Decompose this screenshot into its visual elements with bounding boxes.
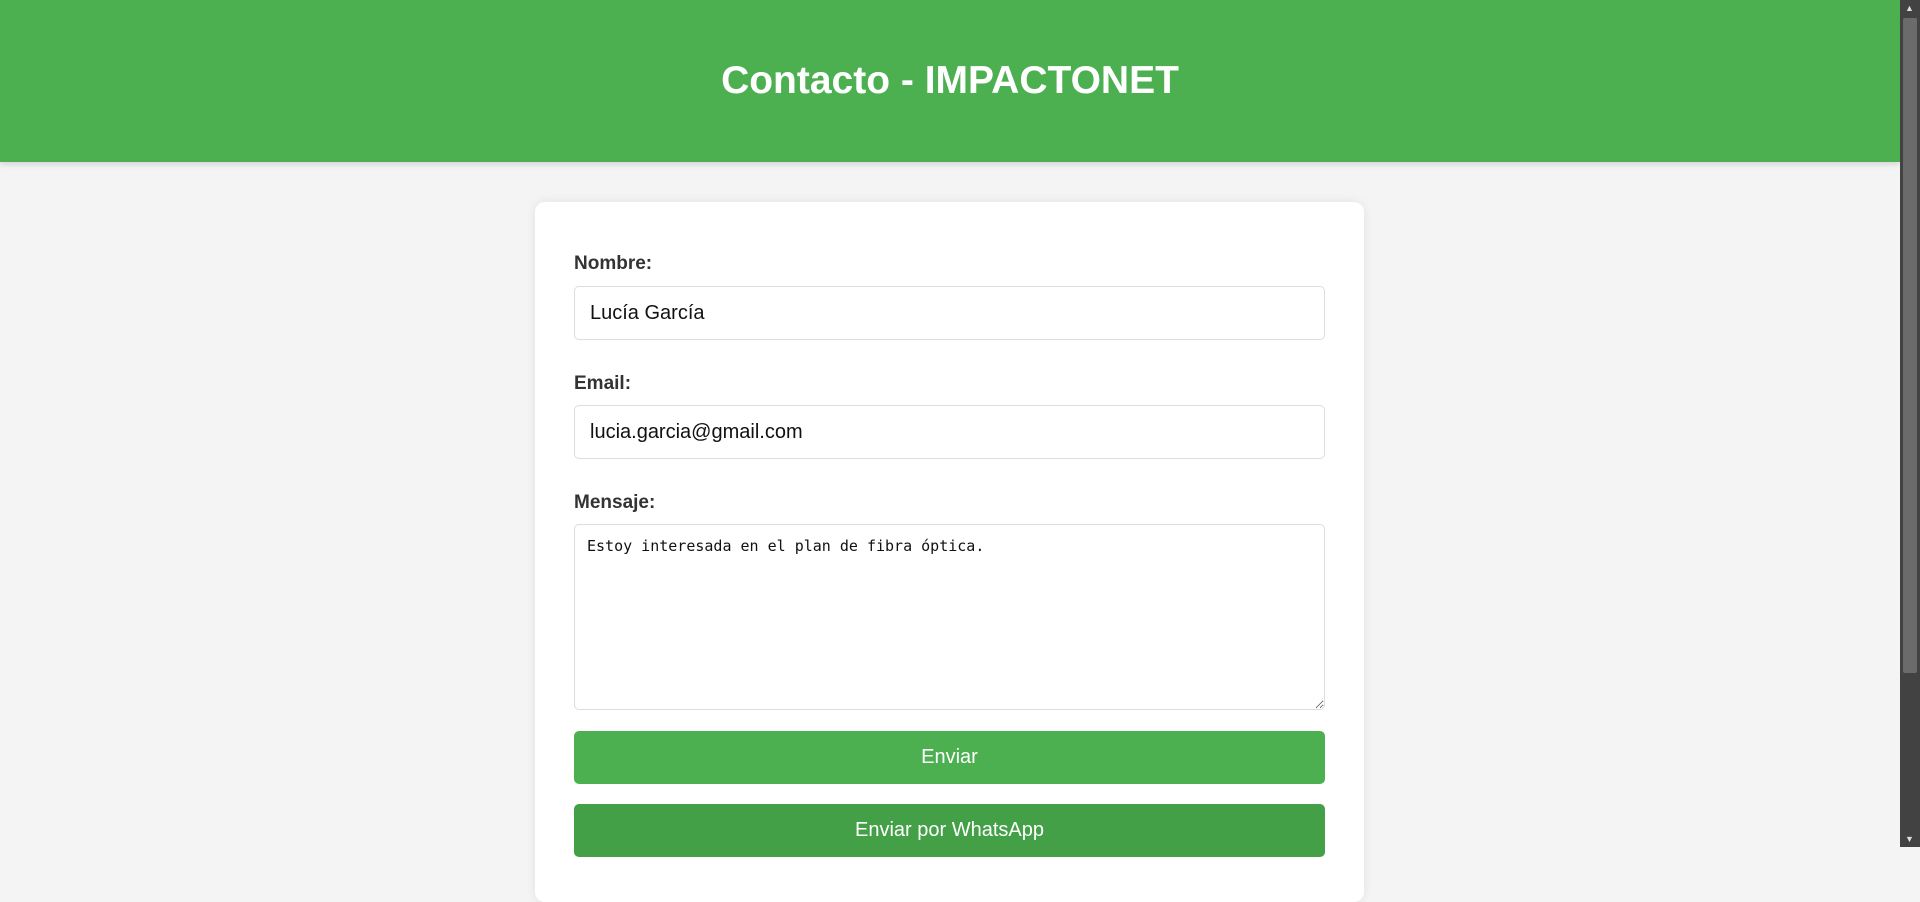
- name-label: Nombre:: [574, 253, 653, 274]
- page-scrollbar[interactable]: ▲ ▼: [1900, 0, 1920, 847]
- scrollbar-thumb[interactable]: [1903, 18, 1917, 673]
- message-textarea[interactable]: Estoy interesada en el plan de fibra ópt…: [574, 524, 1325, 710]
- email-label: Email:: [574, 373, 632, 394]
- page-title: Contacto - IMPACTONET: [721, 59, 1179, 102]
- submit-button[interactable]: Enviar: [574, 731, 1325, 784]
- message-label: Mensaje:: [574, 492, 656, 513]
- name-input[interactable]: [574, 286, 1325, 340]
- triangle-up-icon[interactable]: ▲: [1905, 3, 1914, 13]
- whatsapp-button[interactable]: Enviar por WhatsApp: [574, 804, 1325, 857]
- email-input[interactable]: [574, 405, 1325, 459]
- triangle-down-icon[interactable]: ▼: [1905, 834, 1914, 844]
- page-header: Contacto - IMPACTONET: [0, 0, 1900, 162]
- contact-form: Nombre: Email: Mensaje: Estoy interesada…: [535, 202, 1364, 902]
